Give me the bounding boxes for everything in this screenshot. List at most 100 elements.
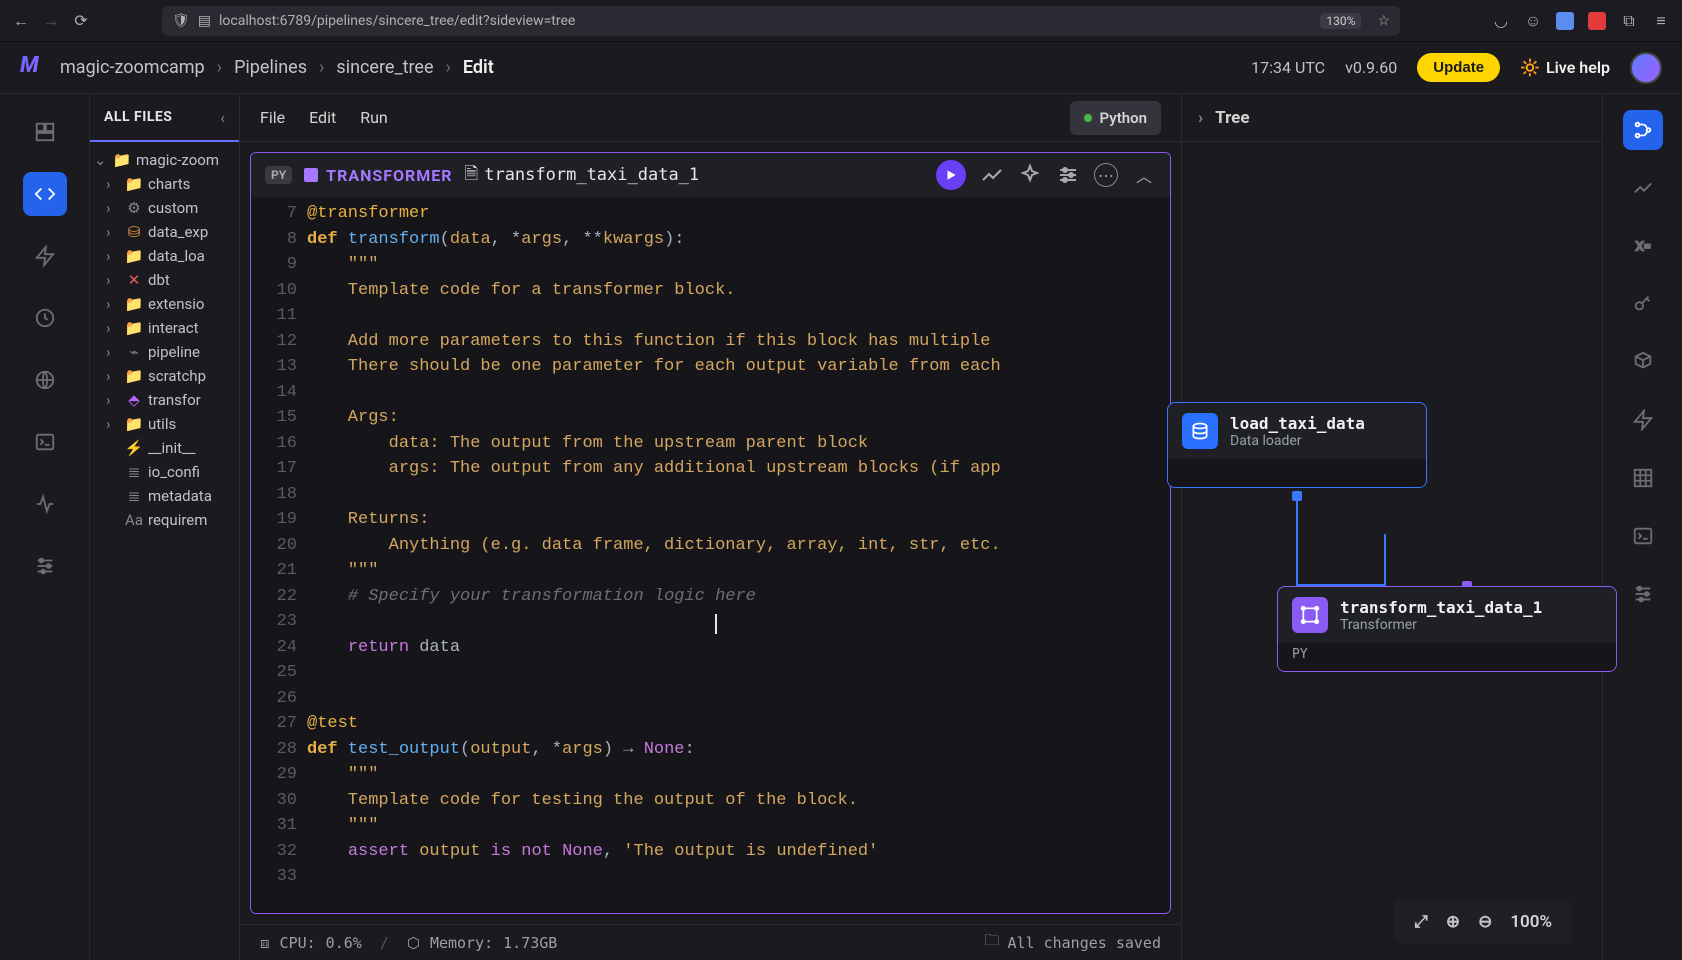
- rail-cube-icon[interactable]: [1623, 342, 1663, 382]
- app-header: M magic-zoomcamp › Pipelines › sincere_t…: [0, 42, 1682, 94]
- rail-chart-icon[interactable]: [1623, 168, 1663, 208]
- chevron-right-icon[interactable]: ›: [106, 391, 120, 409]
- extension-1-icon[interactable]: [1556, 12, 1574, 30]
- tree-item-label: data_exp: [148, 223, 208, 241]
- tree-item[interactable]: ›📁extensio: [90, 292, 239, 316]
- sparkle-icon[interactable]: [1018, 163, 1042, 187]
- folder-icon: 📁: [126, 175, 142, 193]
- tree-item[interactable]: ›⛁data_exp: [90, 220, 239, 244]
- rail-globe-icon[interactable]: [23, 358, 67, 402]
- live-help-button[interactable]: 🔆 Live help: [1520, 58, 1610, 77]
- graph-node-transformer[interactable]: transform_taxi_data_1 Transformer PY: [1277, 586, 1617, 672]
- block-file-name[interactable]: 🗎 transform_taxi_data_1: [465, 161, 700, 190]
- tree-item[interactable]: ›✕dbt: [90, 268, 239, 292]
- graph-node-loader[interactable]: load_taxi_data Data loader: [1167, 402, 1427, 488]
- rail-shell-icon[interactable]: [1623, 516, 1663, 556]
- chevron-right-icon[interactable]: ›: [106, 199, 120, 217]
- reload-icon[interactable]: ⟳: [72, 12, 90, 30]
- rail-tree-icon[interactable]: [1623, 110, 1663, 150]
- forward-icon[interactable]: →: [42, 12, 60, 30]
- extensions-icon[interactable]: ⧉: [1620, 12, 1638, 30]
- tree-item[interactable]: ›📁charts: [90, 172, 239, 196]
- chevron-right-icon: ›: [446, 57, 451, 78]
- rail-config-icon[interactable]: [1623, 574, 1663, 614]
- tree-item[interactable]: ›⬘transfor: [90, 388, 239, 412]
- tree-item-label: magic-zoom: [136, 151, 219, 169]
- left-rail: [0, 94, 90, 960]
- chevron-right-icon[interactable]: ›: [106, 415, 120, 433]
- rail-grid-icon[interactable]: [1623, 458, 1663, 498]
- rail-bolt-icon[interactable]: [23, 234, 67, 278]
- block-type-badge: TRANSFORMER: [304, 166, 452, 185]
- language-pill[interactable]: Python: [1070, 101, 1161, 135]
- chart-icon[interactable]: [980, 163, 1004, 187]
- rail-triggers-icon[interactable]: [1623, 400, 1663, 440]
- star-icon[interactable]: ☆: [1377, 13, 1390, 29]
- code-lines[interactable]: @transformerdef transform(data, *args, *…: [307, 197, 1170, 913]
- chevron-right-icon[interactable]: ›: [106, 175, 120, 193]
- rail-sliders-icon[interactable]: [23, 544, 67, 588]
- rail-code-icon[interactable]: [23, 172, 67, 216]
- chevron-right-icon[interactable]: ›: [1198, 108, 1203, 128]
- tree-item[interactable]: ›📁data_loa: [90, 244, 239, 268]
- tree-item[interactable]: ›📁utils: [90, 412, 239, 436]
- settings-icon[interactable]: [1056, 163, 1080, 187]
- rail-terminal-icon[interactable]: [23, 420, 67, 464]
- tree-item[interactable]: ≣metadata: [90, 484, 239, 508]
- back-icon[interactable]: ←: [12, 12, 30, 30]
- collapse-block-icon[interactable]: ︿: [1132, 163, 1156, 187]
- tree-item[interactable]: ⌄📁magic-zoom: [90, 148, 239, 172]
- crumb-pipelines[interactable]: Pipelines: [234, 57, 307, 78]
- zoom-in-icon[interactable]: ⊕: [1446, 912, 1460, 932]
- collapse-sidebar-icon[interactable]: ‹: [220, 108, 225, 127]
- menu-edit[interactable]: Edit: [309, 108, 336, 127]
- rail-activity-icon[interactable]: [23, 482, 67, 526]
- chevron-right-icon[interactable]: ›: [106, 271, 120, 289]
- menu-icon[interactable]: ≡: [1652, 12, 1670, 30]
- crumb-pipeline[interactable]: sincere_tree: [336, 57, 433, 78]
- pipe-icon: ⌁: [126, 343, 142, 361]
- url-bar[interactable]: 🛡 ▤ localhost:6789/pipelines/sincere_tre…: [162, 6, 1400, 36]
- tree-item[interactable]: ›⌁pipeline: [90, 340, 239, 364]
- graph-canvas[interactable]: load_taxi_data Data loader transform_tax…: [1182, 142, 1602, 960]
- account-icon[interactable]: ☺: [1524, 12, 1542, 30]
- chevron-right-icon[interactable]: ›: [106, 319, 120, 337]
- tree-item[interactable]: Aarequirem: [90, 508, 239, 532]
- chevron-right-icon[interactable]: ›: [106, 223, 120, 241]
- tree-item[interactable]: ⚡__init__: [90, 436, 239, 460]
- chevron-right-icon[interactable]: ›: [106, 247, 120, 265]
- update-button[interactable]: Update: [1417, 53, 1500, 82]
- node-lang: PY: [1278, 643, 1616, 671]
- menu-run[interactable]: Run: [360, 108, 388, 127]
- app-logo[interactable]: M: [20, 53, 50, 83]
- code-editor[interactable]: 7891011121314151617181920212223242526272…: [251, 197, 1170, 913]
- rail-layout-icon[interactable]: [23, 110, 67, 154]
- file-tree[interactable]: ⌄📁magic-zoom›📁charts›⚙custom›⛁data_exp›📁…: [90, 142, 239, 538]
- zoom-badge[interactable]: 130%: [1320, 13, 1361, 29]
- menu-file[interactable]: File: [260, 108, 285, 127]
- tree-item-label: io_confi: [148, 463, 200, 481]
- pocket-icon[interactable]: ◡: [1492, 12, 1510, 30]
- tree-item[interactable]: ›⚙custom: [90, 196, 239, 220]
- crumb-workspace[interactable]: magic-zoomcamp: [60, 57, 205, 78]
- avatar[interactable]: [1630, 52, 1662, 84]
- transformer-icon: [1292, 597, 1328, 633]
- chevron-down-icon[interactable]: ⌄: [94, 151, 108, 169]
- url-text: localhost:6789/pipelines/sincere_tree/ed…: [219, 13, 575, 29]
- zoom-out-icon[interactable]: ⊖: [1478, 912, 1492, 932]
- slack-icon: 🔆: [1520, 58, 1540, 77]
- tree-item[interactable]: ›📁interact: [90, 316, 239, 340]
- more-icon[interactable]: ⋯: [1094, 163, 1118, 187]
- tree-item-label: __init__: [148, 439, 196, 457]
- rail-secrets-icon[interactable]: [1623, 284, 1663, 324]
- rail-variables-icon[interactable]: X=: [1623, 226, 1663, 266]
- zoom-fit-icon[interactable]: ⤢: [1414, 912, 1428, 932]
- chevron-right-icon[interactable]: ›: [106, 367, 120, 385]
- extension-2-icon[interactable]: [1588, 12, 1606, 30]
- tree-item[interactable]: ›📁scratchp: [90, 364, 239, 388]
- play-button[interactable]: [936, 160, 966, 190]
- rail-clock-icon[interactable]: [23, 296, 67, 340]
- tree-item[interactable]: ≣io_confi: [90, 460, 239, 484]
- chevron-right-icon[interactable]: ›: [106, 295, 120, 313]
- chevron-right-icon[interactable]: ›: [106, 343, 120, 361]
